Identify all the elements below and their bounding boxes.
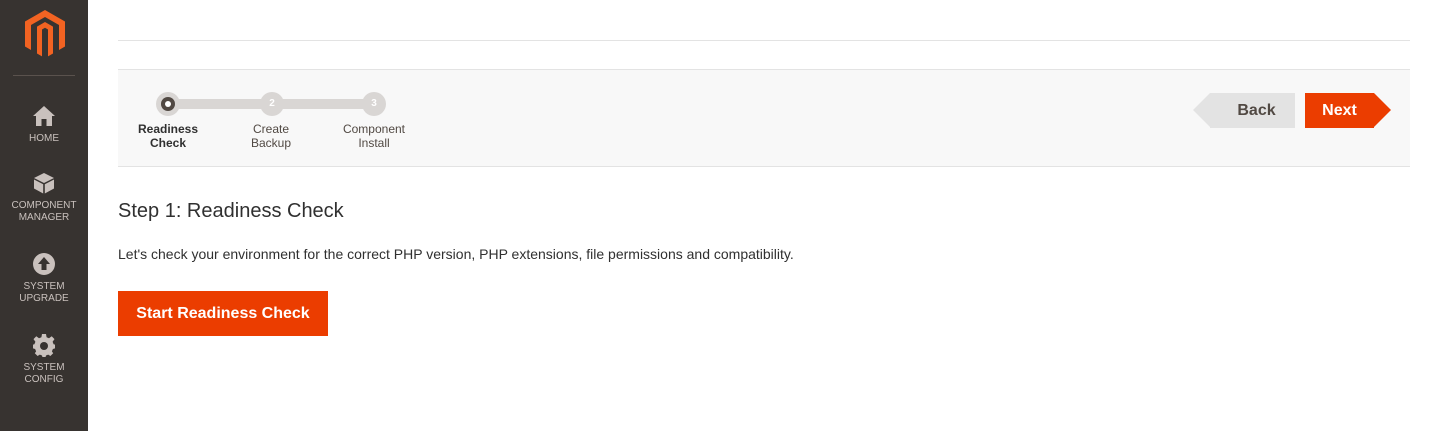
magento-logo-icon[interactable] (25, 10, 65, 58)
main-content: 2 3 Readiness Check Create Backup Componen… (118, 0, 1410, 431)
sidebar-item-system-config[interactable]: SYSTEM CONFIG (0, 333, 88, 386)
step-3-indicator: 3 (362, 92, 386, 116)
back-button[interactable]: Back (1193, 93, 1295, 128)
admin-sidebar: HOME COMPONENT MANAGER SYSTEM UPGRADE SYST… (0, 0, 88, 431)
sidebar-item-home[interactable]: HOME (0, 104, 88, 145)
sidebar-divider (13, 75, 75, 76)
step-description: Let's check your environment for the cor… (118, 246, 794, 262)
start-readiness-check-button[interactable]: Start Readiness Check (118, 291, 328, 336)
step-3-label: Component Install (342, 122, 406, 150)
sidebar-item-label: SYSTEM CONFIG (23, 362, 65, 385)
step-2-label: Create Backup (250, 122, 292, 150)
step-1-indicator (156, 92, 180, 116)
gear-icon (33, 334, 55, 357)
next-button[interactable]: Next (1305, 93, 1391, 128)
sidebar-item-system-upgrade[interactable]: SYSTEM UPGRADE (0, 252, 88, 305)
sidebar-item-label: HOME (29, 133, 59, 144)
sidebar-item-label: COMPONENT MANAGER (11, 200, 77, 223)
wizard-progress-bar: 2 3 Readiness Check Create Backup Componen… (118, 69, 1410, 167)
cube-icon (34, 173, 54, 194)
sidebar-item-label: SYSTEM UPGRADE (19, 281, 69, 304)
home-icon (33, 106, 55, 126)
step-1-label: Readiness Check (137, 122, 199, 150)
header-divider (118, 40, 1410, 41)
step-2-indicator: 2 (260, 92, 284, 116)
page-title: Step 1: Readiness Check (118, 200, 344, 222)
upgrade-icon (33, 253, 55, 275)
sidebar-item-component-manager[interactable]: COMPONENT MANAGER (0, 171, 88, 224)
